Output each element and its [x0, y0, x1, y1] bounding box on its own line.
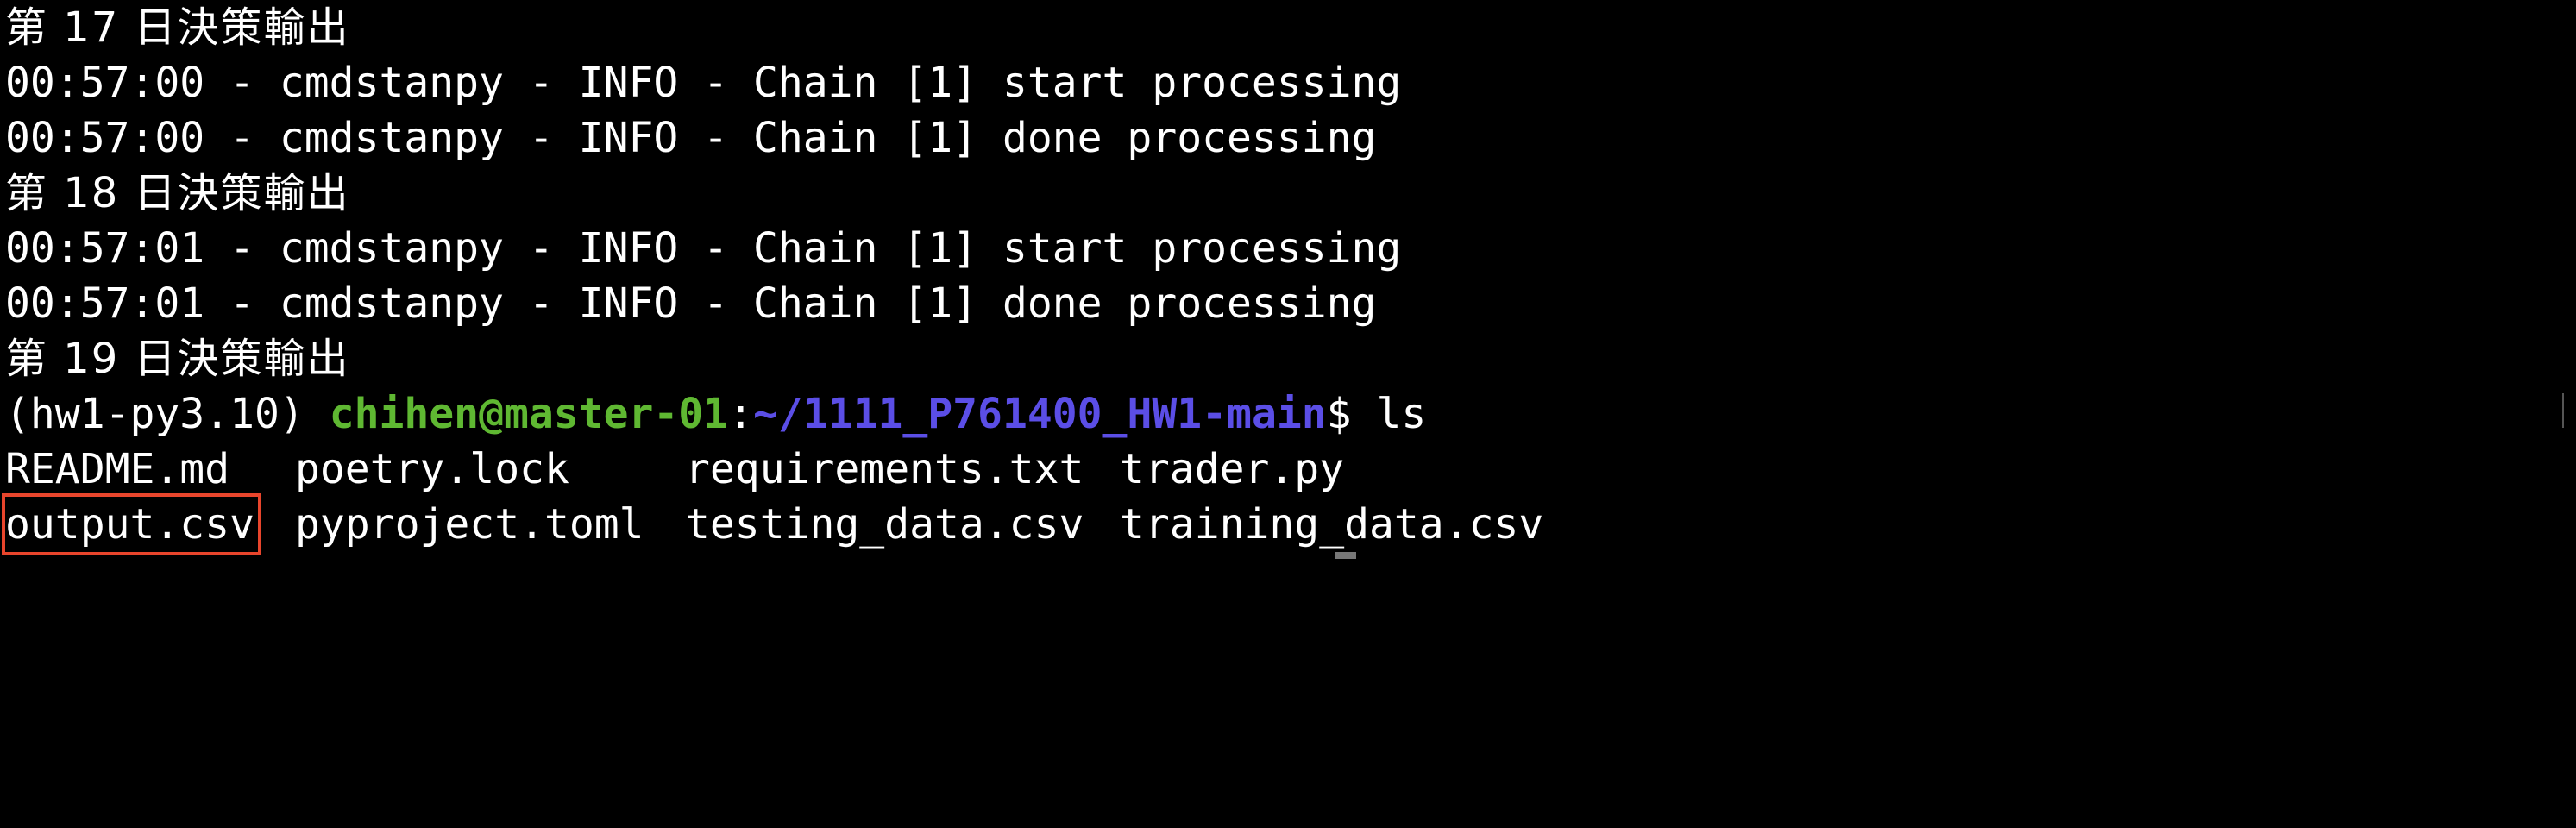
file-pyproject: pyproject.toml	[295, 500, 644, 549]
log-line-done-1: 00:57:00 - cmdstanpy - INFO - Chain [1] …	[5, 114, 1377, 162]
file-testing-data: testing_data.csv	[685, 500, 1084, 549]
prompt-colon: :	[728, 390, 753, 438]
terminal-cursor	[1335, 552, 1356, 559]
log-line-start-2: 00:57:01 - cmdstanpy - INFO - Chain [1] …	[5, 224, 1402, 273]
file-training-data: training_data.csv	[1120, 500, 1544, 549]
file-readme: README.md	[5, 445, 230, 493]
log-line-day-19: 第 19 日決策輸出	[5, 335, 350, 383]
log-line-start-1: 00:57:00 - cmdstanpy - INFO - Chain [1] …	[5, 59, 1402, 107]
ls-output-row-1: README.md poetry.lock requirements.txt t…	[5, 442, 2567, 497]
prompt-command: ls	[1376, 390, 1427, 438]
prompt-symbol: $	[1326, 390, 1377, 438]
file-output-csv-highlighted: output.csv	[2, 493, 261, 555]
scrollbar-marker	[2562, 393, 2564, 428]
shell-prompt-line[interactable]: (hw1-py3.10) chihen@master-01:~/1111_P76…	[5, 386, 2567, 442]
log-line-done-2: 00:57:01 - cmdstanpy - INFO - Chain [1] …	[5, 279, 1377, 328]
log-line-day-18: 第 18 日決策輸出	[5, 169, 350, 217]
file-requirements: requirements.txt	[685, 445, 1084, 493]
terminal-window[interactable]: 第 17 日決策輸出 00:57:00 - cmdstanpy - INFO -…	[2, 0, 2567, 559]
prompt-user-host: chihen@master-01	[329, 390, 729, 438]
file-trader: trader.py	[1120, 445, 1345, 493]
prompt-env: (hw1-py3.10)	[5, 390, 330, 438]
prompt-path: ~/1111_P761400_HW1-main	[752, 390, 1327, 438]
log-line-day-17: 第 17 日決策輸出	[5, 3, 350, 52]
file-poetry-lock: poetry.lock	[295, 445, 569, 493]
ls-output-row-2: output.csv pyproject.toml testing_data.c…	[2, 493, 2567, 555]
